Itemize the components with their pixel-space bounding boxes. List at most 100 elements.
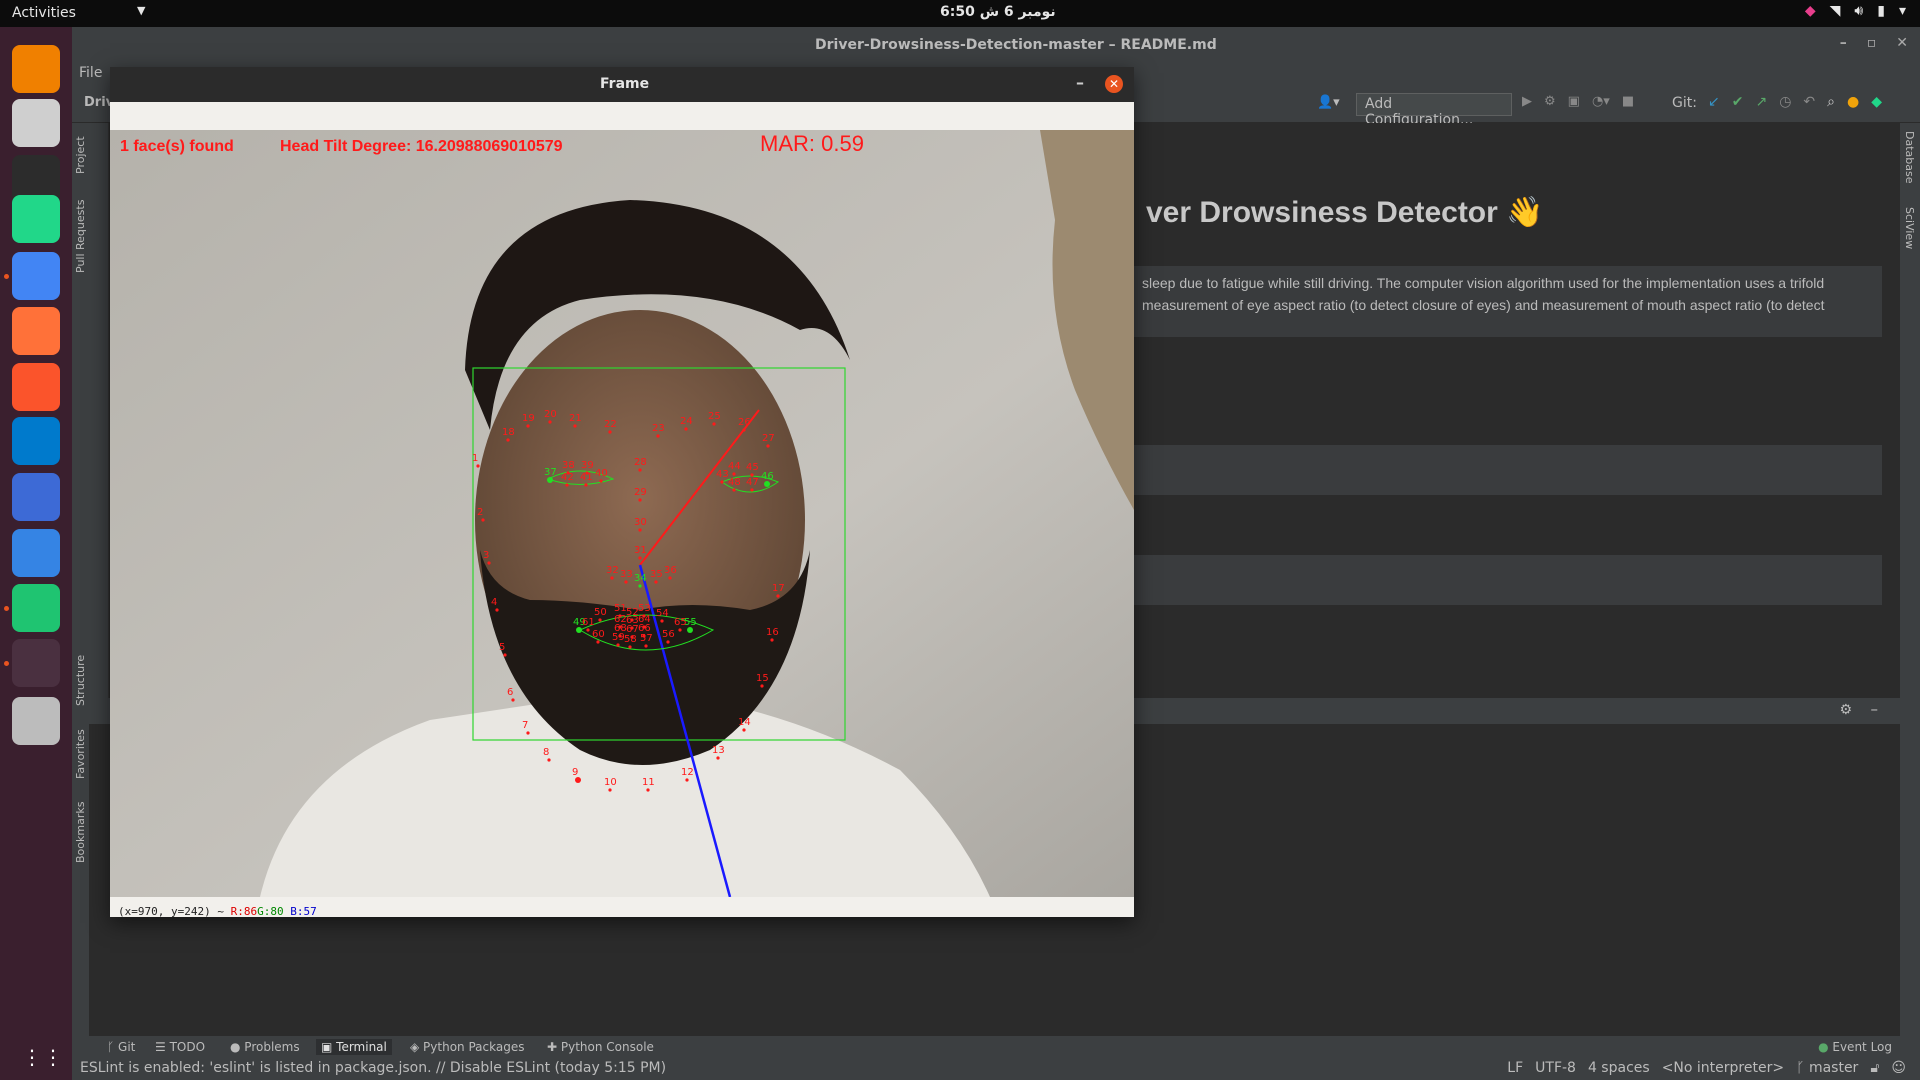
landmark-index-label: 19	[522, 413, 535, 424]
gear-icon[interactable]: ⚙	[1839, 702, 1852, 718]
file-encoding[interactable]: UTF-8	[1535, 1060, 1576, 1076]
firefox-icon[interactable]	[12, 307, 60, 355]
update-icon[interactable]: ●	[1847, 94, 1859, 110]
ssd-icon[interactable]	[12, 697, 60, 745]
color-picker-icon[interactable]: ◆	[1805, 3, 1816, 19]
profile-icon[interactable]: ◔▾	[1592, 94, 1610, 109]
status-message[interactable]: ESLint is enabled: 'eslint' is listed in…	[80, 1060, 666, 1076]
minimize-icon[interactable]: –	[1076, 73, 1084, 92]
tab-git[interactable]: ᚴ Git	[102, 1039, 140, 1055]
pycharm-eap-icon[interactable]	[12, 195, 60, 243]
tasks-icon[interactable]	[12, 473, 60, 521]
landmark-point	[616, 643, 620, 647]
project-panel[interactable]	[89, 123, 109, 727]
landmark-index-label: 2	[477, 507, 483, 518]
landmark-point	[618, 634, 622, 638]
brave-icon[interactable]	[12, 363, 60, 411]
git-history-icon[interactable]: ◷	[1779, 94, 1791, 110]
running-indicator	[4, 606, 9, 611]
wifi-icon[interactable]: ◥	[1830, 3, 1841, 19]
landmark-point	[678, 628, 682, 632]
hide-panel-icon[interactable]: –	[1871, 700, 1879, 718]
vscode-icon[interactable]	[12, 417, 60, 465]
chevron-down-icon[interactable]: ▾	[1899, 3, 1906, 19]
plugin-icon[interactable]: ◆	[1871, 94, 1882, 110]
landmark-point	[766, 444, 770, 448]
user-icon[interactable]: 👤▾	[1317, 95, 1340, 110]
todo-icon: ☰	[155, 1040, 170, 1054]
landmark-index-label: 33	[620, 569, 633, 580]
line-separator[interactable]: LF	[1507, 1060, 1523, 1076]
tab-project[interactable]: Project	[72, 129, 89, 181]
tab-pull-requests[interactable]: Pull Requests	[72, 195, 89, 277]
landmark-point	[584, 483, 588, 487]
minimize-icon[interactable]: –	[1840, 35, 1847, 51]
notifications-icon[interactable]: ☺	[1891, 1060, 1906, 1076]
readme-preview: ver Drowsiness Detector 👋 sleep due to f…	[1132, 123, 1900, 698]
tab-todo[interactable]: ☰ TODO	[150, 1039, 210, 1055]
activities-button[interactable]: Activities	[12, 5, 76, 21]
landmark-index-label: 28	[634, 457, 647, 468]
landmark-index-label: 61	[582, 617, 595, 628]
landmark-index-label: 25	[708, 411, 721, 422]
coverage-icon[interactable]: ▣	[1568, 94, 1580, 109]
tab-python-packages[interactable]: ◈ Python Packages	[405, 1039, 529, 1055]
stop-icon[interactable]: ■	[1622, 94, 1634, 109]
landmark-index-label: 6	[507, 687, 513, 698]
clock[interactable]: 6:50 نومبر 6 ش	[940, 4, 1056, 20]
text-editor-icon[interactable]	[12, 529, 60, 577]
camera-frame[interactable]: 1 2 3 4 5 6 7 8 9 10 11 12 13 14 15 16 17 18 19 20 21 22 23 24 2…	[110, 130, 1134, 897]
chevron-down-icon[interactable]: ▼	[137, 4, 145, 17]
git-commit-icon[interactable]: ✔	[1732, 94, 1744, 110]
landmark-point	[628, 645, 632, 649]
landmark-index-label: 53	[638, 603, 651, 614]
volume-icon[interactable]: 🔊︎	[1854, 3, 1863, 19]
search-icon[interactable]: ⌕	[1827, 94, 1835, 110]
python-console-icon: ✚	[547, 1040, 561, 1054]
landmark-point	[666, 640, 670, 644]
interpreter-selector[interactable]: <No interpreter>	[1662, 1060, 1784, 1076]
tab-problems[interactable]: ● Problems	[225, 1039, 305, 1055]
close-icon[interactable]: ✕	[1105, 75, 1123, 93]
landmark-point	[770, 638, 774, 642]
landmark-point	[660, 619, 664, 623]
tab-python-console[interactable]: ✚ Python Console	[542, 1039, 659, 1055]
close-icon[interactable]: ✕	[1896, 35, 1908, 51]
git-branch[interactable]: ᚴ master	[1796, 1060, 1858, 1076]
files-icon[interactable]	[12, 99, 60, 147]
landmark-point	[760, 684, 764, 688]
chrome-icon[interactable]	[12, 252, 60, 300]
menu-file[interactable]: File	[79, 65, 102, 81]
maximize-icon[interactable]: ▫	[1867, 35, 1877, 51]
event-log-button[interactable]: ● Event Log	[1818, 1040, 1892, 1054]
git-update-icon[interactable]: ↙	[1708, 94, 1720, 110]
git-label: Git:	[1672, 95, 1697, 111]
landmark-point	[630, 635, 634, 639]
frame-titlebar[interactable]: Frame – ✕	[110, 67, 1134, 102]
git-rollback-icon[interactable]: ↶	[1803, 94, 1815, 110]
right-tool-strip: Database SciView	[1900, 123, 1920, 1058]
tab-bookmarks-label: Bookmarks	[74, 801, 87, 863]
add-configuration-button[interactable]: Add Configuration...	[1356, 93, 1512, 128]
tab-terminal[interactable]: ▣ Terminal	[316, 1039, 392, 1055]
tab-structure[interactable]: Structure	[72, 649, 89, 711]
vlc-icon[interactable]	[12, 45, 60, 93]
debug-icon[interactable]: ⚙	[1544, 94, 1556, 109]
tab-sciview[interactable]: SciView	[1903, 207, 1916, 249]
landmark-index-label: 68	[614, 623, 627, 634]
landmark-index-label: 5	[499, 642, 505, 653]
pycharm-icon[interactable]	[12, 584, 60, 632]
active-window-icon[interactable]	[12, 639, 60, 687]
tab-bookmarks[interactable]: Bookmarks	[72, 799, 89, 865]
tab-database[interactable]: Database	[1903, 131, 1916, 184]
landmark-point	[526, 424, 530, 428]
run-icon[interactable]: ▶	[1522, 94, 1532, 109]
landmark-index-label: 48	[728, 477, 741, 488]
battery-icon[interactable]: ▮	[1877, 3, 1885, 19]
lock-icon[interactable]: 🔓︎	[1870, 1060, 1879, 1076]
system-tray[interactable]: ◆ ◥ 🔊︎ ▮ ▾	[1805, 3, 1906, 19]
indent-setting[interactable]: 4 spaces	[1588, 1060, 1650, 1076]
tab-favorites[interactable]: Favorites	[72, 723, 89, 785]
git-push-icon[interactable]: ↗	[1755, 94, 1767, 110]
terminal-tab-icon: ▣	[321, 1040, 337, 1054]
